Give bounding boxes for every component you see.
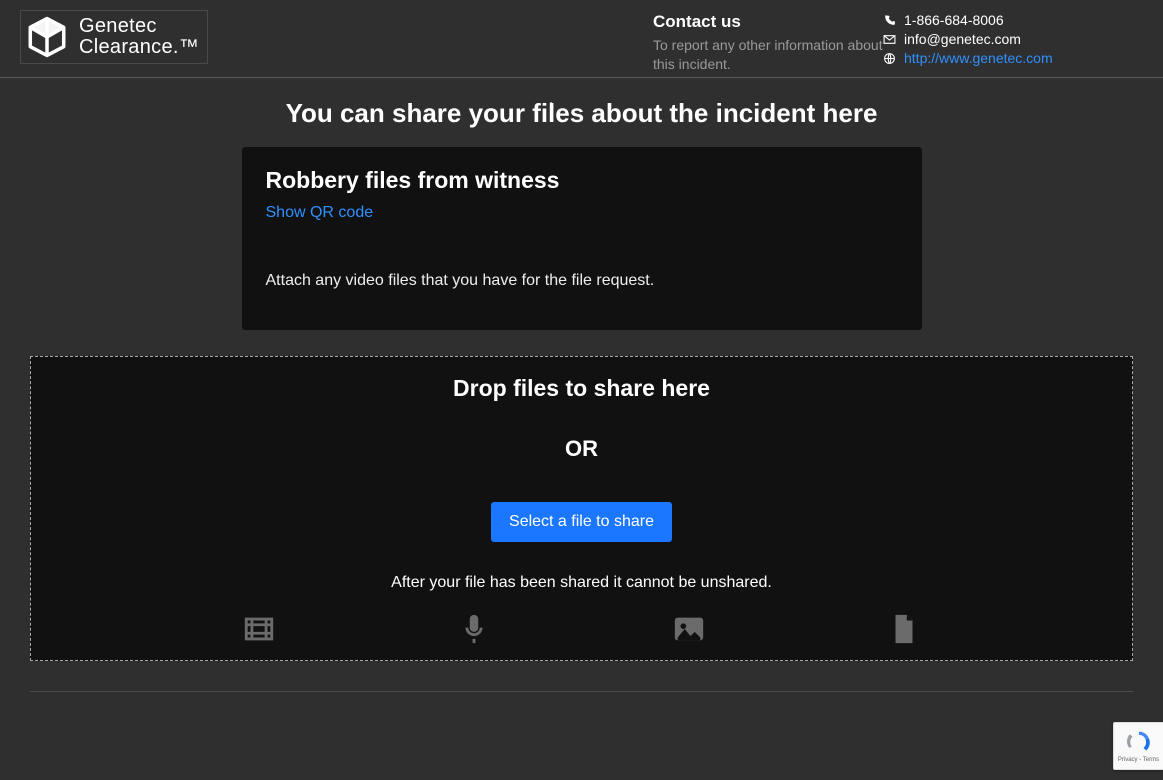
main-content: You can share your files about the incid… <box>0 78 1163 693</box>
phone-icon <box>883 14 896 27</box>
email-address: info@genetec.com <box>904 31 1021 47</box>
brand-line1: Genetec <box>79 16 199 37</box>
contact-details: 1-866-684-8006 info@genetec.com http://w… <box>883 10 1143 69</box>
mail-icon <box>883 33 896 46</box>
website-link[interactable]: http://www.genetec.com <box>904 50 1053 66</box>
phone-number: 1-866-684-8006 <box>904 12 1004 28</box>
dropzone-title: Drop files to share here <box>51 375 1112 402</box>
recaptcha-badge[interactable]: Privacy - Terms <box>1113 722 1163 770</box>
phone-row: 1-866-684-8006 <box>883 12 1143 28</box>
file-dropzone[interactable]: Drop files to share here OR Select a fil… <box>30 356 1133 661</box>
request-title: Robbery files from witness <box>266 167 898 194</box>
globe-icon <box>883 52 896 65</box>
recaptcha-links: Privacy - Terms <box>1118 757 1159 763</box>
brand-text: Genetec Clearance.™ <box>79 16 199 58</box>
video-icon <box>242 612 276 646</box>
microphone-icon <box>457 612 491 646</box>
genetec-cube-icon <box>25 15 69 59</box>
show-qr-link[interactable]: Show QR code <box>266 204 374 222</box>
page-title: You can share your files about the incid… <box>30 98 1133 129</box>
document-icon <box>887 612 921 646</box>
or-separator: OR <box>51 436 1112 462</box>
dropzone-note: After your file has been shared it canno… <box>51 574 1112 592</box>
header: Genetec Clearance.™ Contact us To report… <box>0 0 1163 78</box>
contact-block: Contact us To report any other informati… <box>653 10 883 74</box>
website-row: http://www.genetec.com <box>883 50 1143 66</box>
contact-description: To report any other information about th… <box>653 36 883 74</box>
footer-divider <box>30 691 1133 693</box>
brand-logo[interactable]: Genetec Clearance.™ <box>20 10 208 64</box>
request-description: Attach any video files that you have for… <box>266 272 898 290</box>
contact-title: Contact us <box>653 12 883 32</box>
email-row: info@genetec.com <box>883 31 1143 47</box>
recaptcha-icon <box>1125 729 1153 755</box>
image-icon <box>672 612 706 646</box>
request-card: Robbery files from witness Show QR code … <box>242 147 922 330</box>
file-type-icons <box>51 612 1112 646</box>
brand-line2: Clearance.™ <box>79 37 199 58</box>
select-file-button[interactable]: Select a file to share <box>491 502 672 542</box>
